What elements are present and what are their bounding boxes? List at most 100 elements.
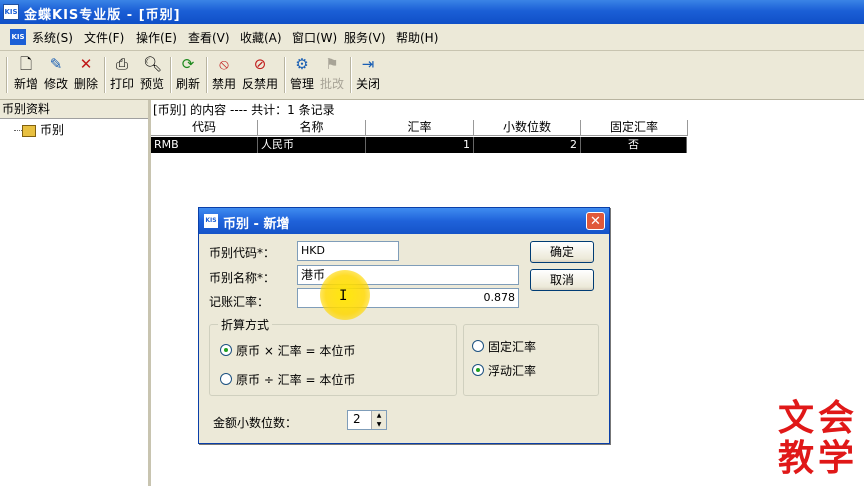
cell-rate: 1: [366, 137, 474, 153]
window-titlebar: KIS 金蝶KIS专业版 - [币别]: [0, 0, 864, 24]
amount-decimals-value: 2: [353, 412, 361, 426]
dialog-title: 币别 - 新增: [223, 217, 290, 232]
kis-menu-icon[interactable]: KIS: [10, 29, 26, 45]
radio-divide[interactable]: 原币 ÷ 汇率 = 本位币: [220, 372, 355, 388]
cell-decimals: 2: [474, 137, 581, 153]
menu-file[interactable]: 文件(F): [84, 29, 124, 46]
radio-unselected-icon: [472, 340, 484, 352]
amount-decimals-stepper[interactable]: 2 ▲ ▼: [347, 410, 387, 430]
currency-name-label: 币别名称*：: [209, 271, 276, 285]
currency-code-input[interactable]: HKD: [297, 241, 399, 261]
conversion-method-title: 折算方式: [218, 316, 273, 333]
enable-button-label: 反禁用: [242, 77, 279, 91]
conversion-method-group: 折算方式 原币 × 汇率 = 本位币 原币 ÷ 汇率 = 本位币: [209, 316, 457, 396]
toolbar-grip: [6, 57, 8, 93]
edit-button-label: 修改: [44, 77, 69, 91]
delete-button-label: 删除: [74, 77, 99, 91]
toolbar-separator: [284, 57, 286, 93]
enable-icon: ⊘: [253, 55, 267, 73]
watermark-logo: 文会 教学: [778, 398, 858, 478]
manage-icon: ⚙: [295, 55, 309, 73]
dialog-close-button[interactable]: ✕: [586, 212, 605, 230]
toolbar-separator: [206, 57, 208, 93]
stepper-down-icon[interactable]: ▼: [372, 420, 386, 429]
text-cursor-icon: I: [339, 288, 348, 304]
column-header-rate[interactable]: 汇率: [366, 120, 474, 136]
kis-dialog-icon: KIS: [204, 214, 218, 228]
preview-button[interactable]: 🔍︎ 预览: [140, 55, 164, 92]
stepper-up-icon[interactable]: ▲: [372, 411, 386, 420]
currency-code-label: 币别代码*：: [209, 246, 276, 260]
cell-name: 人民币: [258, 137, 366, 153]
menu-operation[interactable]: 操作(E): [136, 29, 177, 46]
amount-decimals-label: 金额小数位数：: [213, 416, 298, 430]
enable-button[interactable]: ⊘ 反禁用: [242, 55, 278, 92]
preview-button-label: 预览: [140, 77, 165, 91]
column-header-fixed-rate[interactable]: 固定汇率: [581, 120, 688, 136]
window-title: 金蝶KIS专业版 - [币别]: [24, 8, 181, 23]
new-button[interactable]: 🗋 新增: [14, 55, 38, 92]
folder-icon: [22, 124, 36, 137]
radio-multiply-label: 原币 × 汇率 = 本位币: [236, 344, 356, 358]
print-button-label: 打印: [110, 77, 135, 91]
menu-window[interactable]: 窗口(W): [292, 29, 337, 46]
column-header-name[interactable]: 名称: [258, 120, 366, 136]
radio-fixed-rate-label: 固定汇率: [488, 340, 537, 354]
refresh-button[interactable]: ⟳ 刷新: [176, 55, 200, 92]
menu-view[interactable]: 查看(V): [188, 29, 230, 46]
tree-item-currency[interactable]: 币别: [22, 122, 64, 138]
manage-button[interactable]: ⚙ 管理: [290, 55, 314, 92]
menu-service[interactable]: 服务(V): [344, 29, 386, 46]
menu-favorites[interactable]: 收藏(A): [240, 29, 282, 46]
new-document-icon: 🗋: [19, 55, 33, 73]
tree-panel-header: 币别资料: [0, 100, 148, 119]
forbidden-icon: ⦸: [219, 55, 229, 73]
column-header-decimals[interactable]: 小数位数: [474, 120, 581, 136]
radio-selected-icon: [472, 364, 484, 376]
rate-type-group: 固定汇率 浮动汇率: [463, 324, 599, 396]
kis-app-icon: KIS: [3, 4, 19, 20]
close-toolbar-button[interactable]: ⇥ 关闭: [356, 55, 380, 92]
refresh-icon: ⟳: [181, 55, 195, 73]
radio-selected-icon: [220, 344, 232, 356]
watermark-line1: 文会: [778, 397, 859, 439]
disable-button[interactable]: ⦸ 禁用: [212, 55, 236, 92]
close-button-label: 关闭: [356, 77, 381, 91]
radio-multiply[interactable]: 原币 × 汇率 = 本位币: [220, 343, 355, 359]
column-header-code[interactable]: 代码: [151, 120, 258, 136]
radio-divide-label: 原币 ÷ 汇率 = 本位币: [236, 373, 356, 387]
menu-system[interactable]: 系统(S): [32, 29, 73, 46]
radio-floating-rate-label: 浮动汇率: [488, 364, 537, 378]
grid-record-summary: [币别] 的内容 ---- 共计：1 条记录: [153, 103, 335, 117]
print-button[interactable]: ⎙ 打印: [110, 55, 134, 92]
approve-button-label: 批改: [320, 77, 345, 91]
radio-floating-rate[interactable]: 浮动汇率: [472, 363, 536, 379]
toolbar: 🗋 新增 ✎ 修改 ✕ 删除 ⎙ 打印 🔍︎ 预览 ⟳ 刷新 ⦸ 禁用 ⊘ 反禁…: [0, 51, 864, 100]
manage-button-label: 管理: [290, 77, 315, 91]
approve-icon: ⚑: [325, 55, 339, 73]
dialog-titlebar[interactable]: KIS 币别 - 新增 ✕: [199, 208, 609, 234]
menu-help[interactable]: 帮助(H): [396, 29, 438, 46]
delete-button[interactable]: ✕ 删除: [74, 55, 98, 92]
stepper-arrows[interactable]: ▲ ▼: [371, 411, 386, 429]
cell-code: RMB: [151, 137, 258, 153]
disable-button-label: 禁用: [212, 77, 237, 91]
new-button-label: 新增: [14, 77, 39, 91]
menu-bar: KIS 系统(S) 文件(F) 操作(E) 查看(V) 收藏(A) 窗口(W) …: [0, 24, 864, 51]
edit-button[interactable]: ✎ 修改: [44, 55, 68, 92]
radio-unselected-icon: [220, 373, 232, 385]
table-row[interactable]: RMB 人民币 1 2 否: [151, 137, 687, 153]
edit-icon: ✎: [49, 55, 63, 73]
cancel-button[interactable]: 取消: [530, 269, 594, 291]
ok-button[interactable]: 确定: [530, 241, 594, 263]
left-tree-panel: 币别资料 币别: [0, 100, 151, 486]
toolbar-separator: [350, 57, 352, 93]
cell-fixed-rate: 否: [581, 137, 687, 153]
watermark-line2: 教学: [778, 437, 859, 479]
radio-fixed-rate[interactable]: 固定汇率: [472, 339, 536, 355]
delete-x-icon: ✕: [79, 55, 93, 73]
approve-button: ⚑ 批改: [320, 55, 344, 92]
printer-icon: ⎙: [115, 55, 128, 73]
toolbar-separator: [104, 57, 106, 93]
exchange-rate-label: 记账汇率：: [209, 295, 270, 309]
